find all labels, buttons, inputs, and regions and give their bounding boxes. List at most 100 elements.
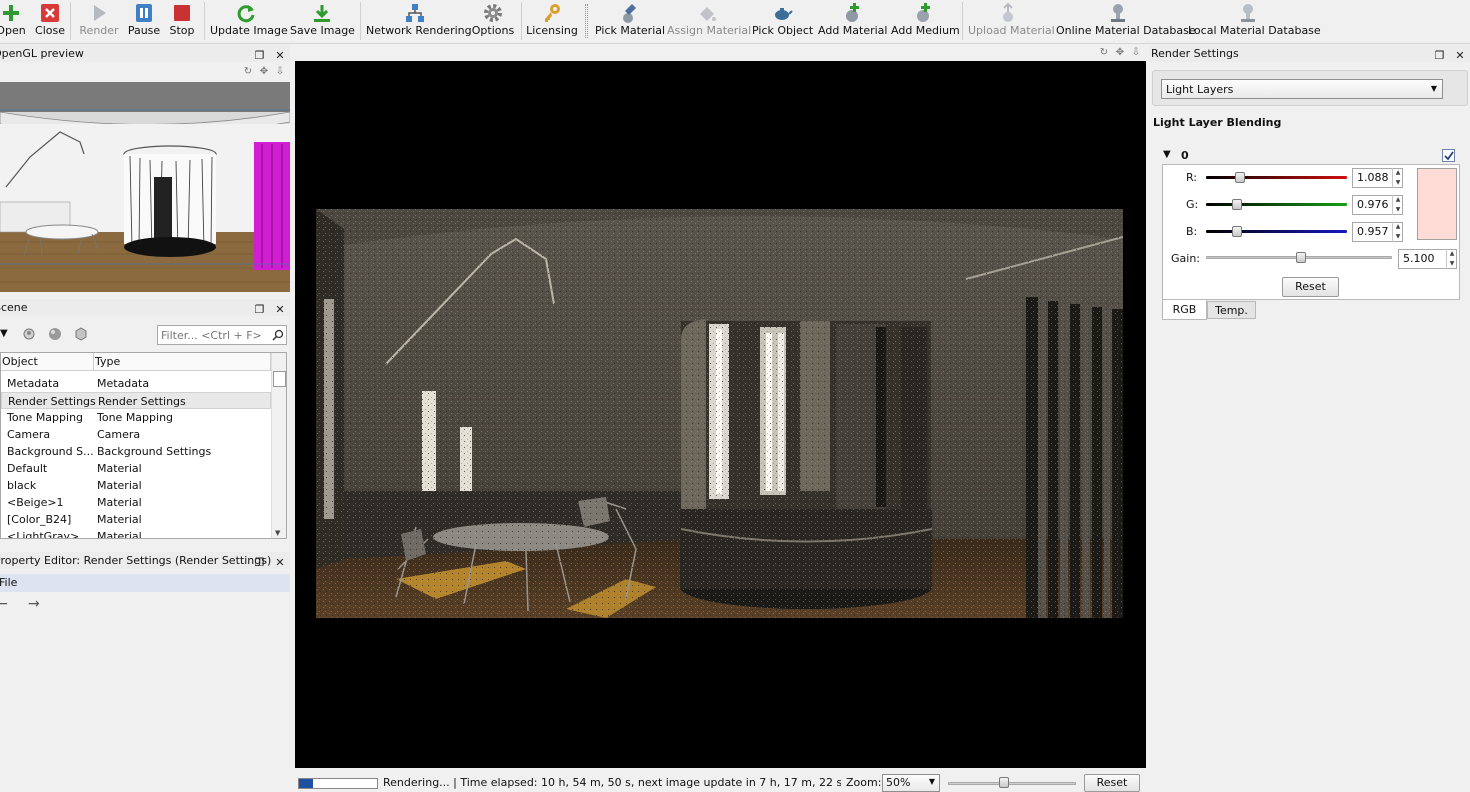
- assign-material-button[interactable]: Assign Material: [667, 0, 751, 44]
- pick-material-button[interactable]: Pick Material: [595, 0, 665, 44]
- tab-rgb[interactable]: RGB: [1162, 300, 1207, 320]
- scrollbar-thumb[interactable]: [273, 371, 286, 387]
- pause-button[interactable]: Pause: [125, 0, 163, 44]
- fit-icon[interactable]: ✥: [1114, 47, 1126, 59]
- table-row[interactable]: Camera Camera: [1, 426, 271, 443]
- r-spinbox[interactable]: 1.088 ▲ ▼: [1352, 168, 1403, 188]
- forward-arrow-icon[interactable]: →: [28, 596, 40, 612]
- table-row[interactable]: <Beige>1 Material: [1, 494, 271, 511]
- spin-up-icon[interactable]: ▲: [1393, 168, 1403, 178]
- stop-button[interactable]: Stop: [166, 0, 198, 44]
- spin-down-icon[interactable]: ▼: [1447, 259, 1457, 269]
- float-icon[interactable]: ❐: [254, 557, 266, 569]
- reset-zoom-button[interactable]: Reset: [1084, 774, 1140, 792]
- b-spin-buttons[interactable]: ▲ ▼: [1392, 222, 1403, 242]
- local-material-db-button[interactable]: Local Material Database: [1188, 0, 1321, 44]
- scroll-down-icon[interactable]: ▼: [275, 529, 280, 537]
- table-row[interactable]: Tone Mapping Tone Mapping: [1, 409, 271, 426]
- scene-filter-input[interactable]: Filter... <Ctrl + F>: [157, 325, 287, 345]
- close-icon[interactable]: ✕: [1454, 50, 1466, 62]
- g-spin-buttons[interactable]: ▲ ▼: [1392, 195, 1403, 215]
- zoom-select[interactable]: 50% ▼: [882, 774, 940, 792]
- column-header-type[interactable]: Type: [94, 353, 271, 371]
- tab-temp[interactable]: Temp.: [1207, 301, 1256, 319]
- close-icon[interactable]: ✕: [274, 50, 286, 62]
- b-slider-thumb[interactable]: [1232, 226, 1243, 237]
- table-row[interactable]: Render Settings Render Settings: [1, 392, 271, 409]
- close-button[interactable]: Close: [33, 0, 67, 44]
- render-view-tools: ↻ ✥ ⇩: [295, 45, 1146, 61]
- open-button[interactable]: Open: [0, 0, 26, 44]
- close-icon[interactable]: ✕: [274, 304, 286, 316]
- refresh-icon[interactable]: ↻: [242, 66, 254, 78]
- save-image-button[interactable]: Save Image: [290, 0, 355, 44]
- table-row[interactable]: Default Material: [1, 460, 271, 477]
- scene-scrollbar[interactable]: ▼: [271, 353, 286, 538]
- back-arrow-icon[interactable]: ←: [0, 596, 8, 612]
- render-viewport[interactable]: [295, 61, 1146, 768]
- gain-spin-buttons[interactable]: ▲ ▼: [1446, 249, 1457, 269]
- material-filter-icon[interactable]: [48, 327, 62, 341]
- g-spinbox[interactable]: 0.976 ▲ ▼: [1352, 195, 1403, 215]
- licensing-button[interactable]: Licensing: [526, 0, 578, 44]
- r-spin-buttons[interactable]: ▲ ▼: [1392, 168, 1403, 188]
- table-row[interactable]: <LightGray> Material: [1, 528, 271, 538]
- table-row[interactable]: Background S... Background Settings: [1, 443, 271, 460]
- pipette-icon: [623, 4, 636, 23]
- spin-down-icon[interactable]: ▼: [1393, 232, 1403, 242]
- rendered-image: [316, 209, 1123, 618]
- column-header-object[interactable]: Object: [1, 353, 94, 371]
- float-icon[interactable]: ❐: [254, 50, 266, 62]
- table-row[interactable]: black Material: [1, 477, 271, 494]
- online-material-db-button[interactable]: Online Material Database: [1056, 0, 1196, 44]
- object-filter-icon[interactable]: [74, 327, 88, 341]
- expand-triangle-icon[interactable]: ▼: [0, 328, 8, 339]
- zoom-slider-thumb[interactable]: [998, 777, 1009, 788]
- gain-slider-thumb[interactable]: [1295, 252, 1306, 263]
- spin-down-icon[interactable]: ▼: [1393, 205, 1403, 215]
- fit-icon[interactable]: ✥: [258, 66, 270, 78]
- toolbar-grip[interactable]: [585, 4, 588, 38]
- upload-material-button[interactable]: Upload Material: [968, 0, 1055, 44]
- table-row[interactable]: Metadata Metadata: [1, 375, 271, 392]
- opengl-preview-titlebar[interactable]: OpenGL preview ❐ ✕: [0, 45, 290, 62]
- render-settings-titlebar[interactable]: Render Settings ❐ ✕: [1149, 45, 1470, 62]
- light-layer-enabled-checkbox[interactable]: [1442, 149, 1455, 162]
- pick-object-button[interactable]: Pick Object: [752, 0, 813, 44]
- update-image-button[interactable]: Update Image: [210, 0, 288, 44]
- light-filter-icon[interactable]: [22, 327, 36, 341]
- g-slider[interactable]: [1206, 203, 1347, 206]
- property-editor-titlebar[interactable]: Property Editor: Render Settings (Render…: [0, 552, 290, 569]
- r-slider[interactable]: [1206, 176, 1347, 179]
- collapse-triangle-icon[interactable]: ▼: [1163, 149, 1171, 160]
- float-icon[interactable]: ❐: [254, 304, 266, 316]
- scene-titlebar[interactable]: Scene ❐ ✕: [0, 299, 290, 316]
- refresh-icon[interactable]: ↻: [1098, 47, 1110, 59]
- b-slider[interactable]: [1206, 230, 1347, 233]
- r-slider-thumb[interactable]: [1234, 172, 1245, 183]
- color-swatch[interactable]: [1417, 168, 1457, 240]
- render-button[interactable]: Render: [77, 0, 121, 44]
- add-material-button[interactable]: Add Material: [818, 0, 887, 44]
- network-rendering-button[interactable]: Network Rendering: [366, 0, 472, 44]
- zoom-slider[interactable]: [948, 782, 1076, 785]
- g-slider-thumb[interactable]: [1232, 199, 1243, 210]
- spin-up-icon[interactable]: ▲: [1393, 195, 1403, 205]
- options-button[interactable]: Options: [470, 0, 516, 44]
- scene-tree[interactable]: Object Type Metadata Metadata Render Setti…: [0, 352, 287, 539]
- table-row[interactable]: [Color_B24] Material: [1, 511, 271, 528]
- spin-up-icon[interactable]: ▲: [1393, 222, 1403, 232]
- opengl-preview-viewport[interactable]: [0, 82, 290, 292]
- spin-up-icon[interactable]: ▲: [1447, 249, 1457, 259]
- property-editor-file-row[interactable]: File: [0, 574, 290, 592]
- float-icon[interactable]: ❐: [1434, 50, 1446, 62]
- download-icon[interactable]: ⇩: [274, 66, 286, 78]
- gain-spinbox[interactable]: 5.100 ▲ ▼: [1398, 249, 1457, 269]
- render-mode-select[interactable]: Light Layers ▼: [1161, 79, 1443, 99]
- close-icon[interactable]: ✕: [274, 557, 286, 569]
- spin-down-icon[interactable]: ▼: [1393, 178, 1403, 188]
- add-medium-button[interactable]: Add Medium: [891, 0, 960, 44]
- b-spinbox[interactable]: 0.957 ▲ ▼: [1352, 222, 1403, 242]
- download-icon[interactable]: ⇩: [1130, 47, 1142, 59]
- reset-light-layer-button[interactable]: Reset: [1282, 277, 1339, 297]
